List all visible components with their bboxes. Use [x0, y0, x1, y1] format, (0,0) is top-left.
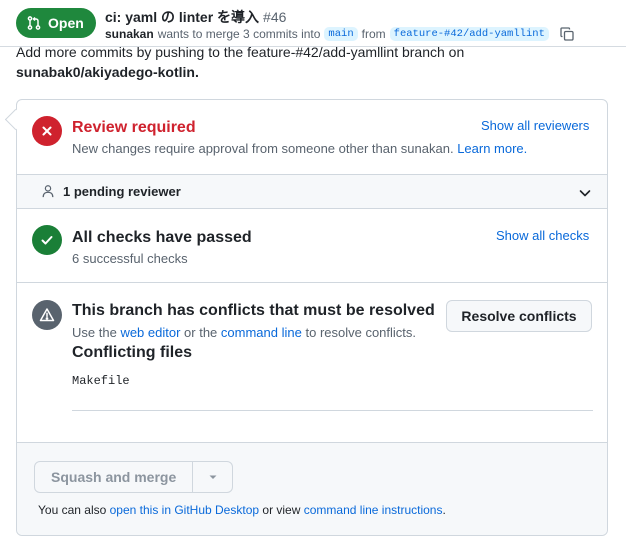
squash-and-merge-button[interactable]: Squash and merge	[34, 461, 194, 493]
show-all-reviewers-link[interactable]: Show all reviewers	[481, 118, 589, 133]
pr-author[interactable]: sunakan	[105, 27, 154, 41]
pr-state-badge: Open	[16, 8, 96, 38]
push-hint-text: Add more commits by pushing to the featu…	[16, 44, 465, 60]
conflicting-file: Makefile	[72, 374, 130, 388]
github-desktop-link[interactable]: open this in GitHub Desktop	[110, 503, 259, 517]
pr-meta: sunakan wants to merge 3 commits into ma…	[105, 26, 575, 42]
conflicts-description: Use the web editor or the command line t…	[72, 325, 416, 340]
pr-from-text: from	[361, 27, 386, 41]
head-branch[interactable]: feature-#42/add-yamllint	[389, 27, 549, 41]
command-line-instructions-link[interactable]: command line instructions	[304, 503, 443, 517]
checks-description: 6 successful checks	[72, 251, 188, 266]
show-all-checks-link[interactable]: Show all checks	[496, 228, 589, 243]
review-status-badge	[32, 116, 62, 146]
sticky-pr-header: Open ci: yaml の linter を導入 #46 sunakan wa…	[0, 0, 626, 46]
also-mid: or view	[262, 503, 301, 517]
merge-alternatives-text: You can also open this in GitHub Desktop…	[38, 503, 446, 517]
check-icon	[41, 236, 53, 245]
also-suffix: .	[442, 503, 446, 517]
merge-button-group: Squash and merge	[34, 461, 234, 493]
base-branch[interactable]: main	[324, 27, 358, 41]
checks-status-badge	[32, 225, 62, 255]
pending-reviewer-label: 1 pending reviewer	[63, 184, 181, 199]
pr-title[interactable]: ci: yaml の linter を導入 #46	[105, 7, 286, 27]
conflicts-desc-prefix: Use the	[72, 325, 117, 340]
conflicts-desc-mid: or the	[184, 325, 218, 340]
conflicts-status-badge	[32, 300, 62, 330]
command-line-link[interactable]: command line	[221, 325, 302, 340]
resolve-conflicts-button[interactable]: Resolve conflicts	[446, 300, 592, 332]
also-prefix: You can also	[38, 503, 107, 517]
review-description-text: New changes require approval from someon…	[72, 141, 454, 156]
repo-name: sunabak0/akiyadego-kotlin.	[16, 64, 199, 80]
web-editor-link[interactable]: web editor	[120, 325, 180, 340]
conflicting-files-title: Conflicting files	[72, 344, 192, 361]
conflicts-desc-suffix: to resolve conflicts.	[305, 325, 417, 340]
conflicts-divider	[72, 410, 593, 411]
triangle-down-icon	[209, 475, 217, 479]
pr-title-text: ci: yaml の linter を導入	[105, 9, 260, 25]
person-icon	[42, 185, 54, 198]
merge-method-dropdown[interactable]	[193, 461, 234, 493]
learn-more-link[interactable]: Learn more.	[457, 141, 527, 156]
review-required-section: Review required New changes require appr…	[17, 100, 607, 174]
chevron-down-icon	[579, 190, 591, 197]
git-pull-request-icon	[27, 16, 41, 30]
alert-icon	[39, 308, 55, 322]
conflicts-section: This branch has conflicts that must be r…	[17, 283, 607, 443]
review-required-description: New changes require approval from someon…	[72, 141, 527, 156]
merge-box: Review required New changes require appr…	[16, 99, 608, 536]
merge-section: Squash and merge You can also open this …	[17, 443, 607, 535]
copy-icon[interactable]	[559, 26, 575, 42]
review-required-title: Review required	[72, 119, 196, 136]
x-icon	[42, 126, 52, 136]
checks-section: All checks have passed 6 successful chec…	[17, 209, 607, 283]
pr-meta-text: wants to merge 3 commits into	[157, 27, 321, 41]
checks-title: All checks have passed	[72, 229, 252, 246]
pending-reviewers-toggle[interactable]: 1 pending reviewer	[17, 174, 607, 209]
pr-number: #46	[263, 9, 287, 25]
conflicts-title: This branch has conflicts that must be r…	[72, 302, 435, 319]
pr-state-label: Open	[48, 15, 84, 31]
